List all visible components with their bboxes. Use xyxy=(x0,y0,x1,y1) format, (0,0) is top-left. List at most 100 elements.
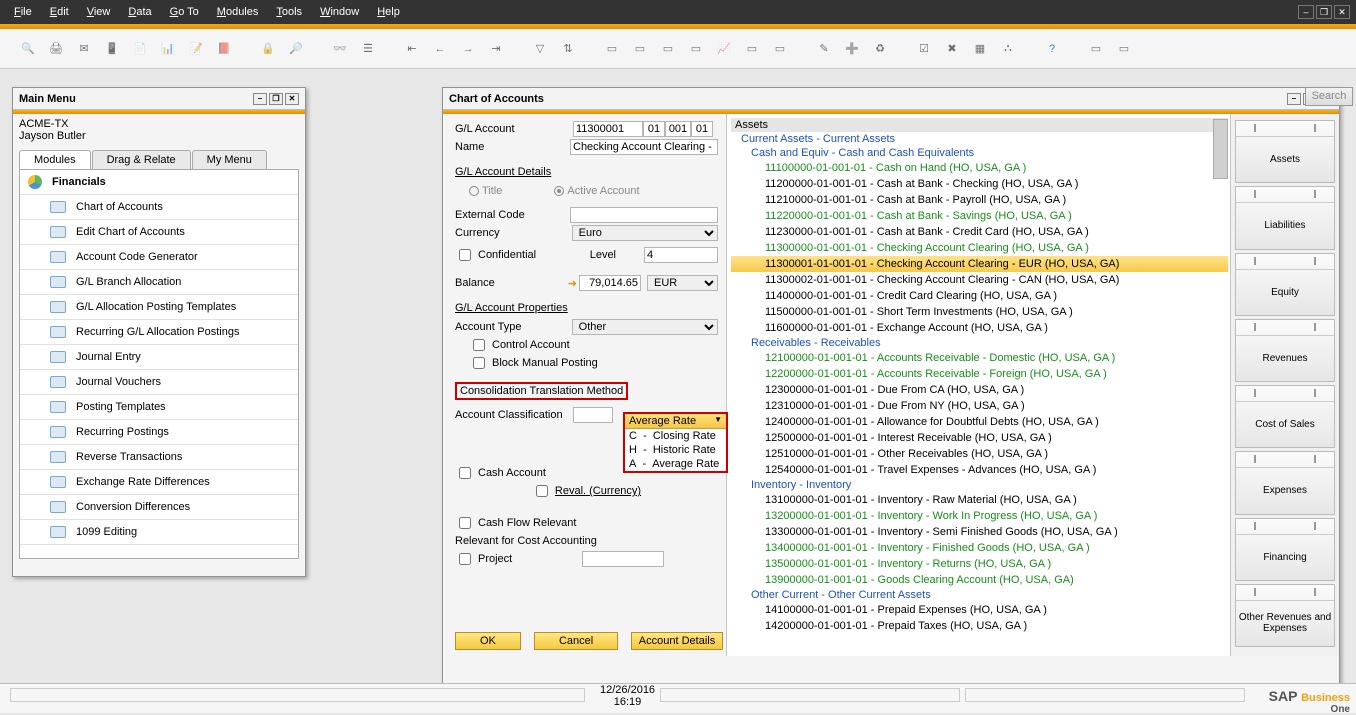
tree-node[interactable]: 11400000-01-001-01 - Credit Card Clearin… xyxy=(731,288,1228,304)
word-icon[interactable]: 📝 xyxy=(186,39,206,59)
tree-node[interactable]: 13300000-01-001-01 - Inventory - Semi Fi… xyxy=(731,524,1228,540)
tab-my-menu[interactable]: My Menu xyxy=(192,150,267,169)
link-arrow-icon[interactable]: ➜ xyxy=(568,277,577,290)
prev-icon[interactable]: ← xyxy=(430,39,450,59)
conf-check[interactable] xyxy=(459,249,471,261)
restore-icon[interactable]: ❐ xyxy=(1316,5,1332,19)
drawer-liabilities[interactable]: Liabilities xyxy=(1235,186,1335,249)
tree-node[interactable]: 12400000-01-001-01 - Allowance for Doubt… xyxy=(731,414,1228,430)
close-icon[interactable]: ✕ xyxy=(1334,5,1350,19)
last-icon[interactable]: ⇥ xyxy=(486,39,506,59)
fax-icon[interactable]: 📄 xyxy=(130,39,150,59)
next-icon[interactable]: → xyxy=(458,39,478,59)
atype-select[interactable]: Other xyxy=(572,319,718,335)
first-icon[interactable]: ⇤ xyxy=(402,39,422,59)
sms-icon[interactable]: 📱 xyxy=(102,39,122,59)
aclass-input[interactable] xyxy=(573,407,613,423)
cash-check[interactable] xyxy=(459,467,471,479)
blk-check[interactable] xyxy=(473,357,485,369)
mm-min-icon[interactable]: – xyxy=(253,93,267,105)
tab-drag-relate[interactable]: Drag & Relate xyxy=(92,150,191,169)
tree-node[interactable]: 11200000-01-001-01 - Cash at Bank - Chec… xyxy=(731,176,1228,192)
pdf-icon[interactable]: 📕 xyxy=(214,39,234,59)
excel-icon[interactable]: 📊 xyxy=(158,39,178,59)
doc2-icon[interactable]: ▭ xyxy=(630,39,650,59)
org-icon[interactable]: ⛬ xyxy=(998,39,1018,59)
gl-seg3[interactable] xyxy=(691,121,713,137)
menu-window[interactable]: Window xyxy=(312,3,367,21)
cal-icon[interactable]: ▦ xyxy=(970,39,990,59)
drawer-cost-of-sales[interactable]: Cost of Sales xyxy=(1235,385,1335,448)
drawer-other-revenues-and-expenses[interactable]: Other Revenues and Expenses xyxy=(1235,584,1335,647)
mm-max-icon[interactable]: ❐ xyxy=(269,93,283,105)
menu-item[interactable]: Exchange Rate Differences xyxy=(20,470,298,495)
drawer-equity[interactable]: Equity xyxy=(1235,253,1335,316)
details-button[interactable]: Account Details xyxy=(631,632,723,650)
ctrl-check[interactable] xyxy=(473,339,485,351)
doc6-icon[interactable]: ▭ xyxy=(770,39,790,59)
bal-input[interactable] xyxy=(579,275,641,291)
menu-item[interactable]: Edit Chart of Accounts xyxy=(20,220,298,245)
tool2-icon[interactable]: ▭ xyxy=(1114,39,1134,59)
tree-node[interactable]: Cash and Equiv - Cash and Cash Equivalen… xyxy=(731,146,1228,160)
tree-scrollbar[interactable] xyxy=(1213,119,1228,654)
tree-node[interactable]: 11100000-01-001-01 - Cash on Hand (HO, U… xyxy=(731,160,1228,176)
tree-node[interactable]: 11230000-01-001-01 - Cash at Bank - Cred… xyxy=(731,224,1228,240)
ok-button[interactable]: OK xyxy=(455,632,521,650)
ext-input[interactable] xyxy=(570,207,718,223)
print-icon[interactable]: 🖨 xyxy=(46,39,66,59)
tree-node[interactable]: 12200000-01-001-01 - Accounts Receivable… xyxy=(731,366,1228,382)
cancel-button[interactable]: Cancel xyxy=(534,632,618,650)
menu-go-to[interactable]: Go To xyxy=(162,3,207,21)
menu-item[interactable]: G/L Branch Allocation xyxy=(20,270,298,295)
proj-input[interactable] xyxy=(582,551,664,567)
tree-node[interactable]: 12310000-01-001-01 - Due From NY (HO, US… xyxy=(731,398,1228,414)
menu-item[interactable]: Account Code Generator xyxy=(20,245,298,270)
doc4-icon[interactable]: ▭ xyxy=(686,39,706,59)
tree-node[interactable]: 13900000-01-001-01 - Goods Clearing Acco… xyxy=(731,572,1228,588)
email-icon[interactable]: ✉ xyxy=(74,39,94,59)
tree-node[interactable]: 11300001-01-001-01 - Checking Account Cl… xyxy=(731,256,1228,272)
tree-node[interactable]: 11300002-01-001-01 - Checking Account Cl… xyxy=(731,272,1228,288)
tree-node[interactable]: 13400000-01-001-01 - Inventory - Finishe… xyxy=(731,540,1228,556)
menu-view[interactable]: View xyxy=(79,3,119,21)
doc3-icon[interactable]: ▭ xyxy=(658,39,678,59)
tree-node[interactable]: 12500000-01-001-01 - Interest Receivable… xyxy=(731,430,1228,446)
name-input[interactable] xyxy=(570,139,718,155)
add-icon[interactable]: ➕ xyxy=(842,39,862,59)
filter-icon[interactable]: ▽ xyxy=(530,39,550,59)
drawer-assets[interactable]: Assets xyxy=(1235,120,1335,183)
title-radio[interactable]: Title xyxy=(469,185,502,197)
gl-seg2[interactable] xyxy=(665,121,691,137)
tree-node[interactable]: 13500000-01-001-01 - Inventory - Returns… xyxy=(731,556,1228,572)
alert1-icon[interactable]: ☑ xyxy=(914,39,934,59)
tree-node[interactable]: Other Current - Other Current Assets xyxy=(731,588,1228,602)
sort-icon[interactable]: ⇅ xyxy=(558,39,578,59)
binoculars-icon[interactable]: 👓 xyxy=(330,39,350,59)
tree-node[interactable]: 11220000-01-001-01 - Cash at Bank - Savi… xyxy=(731,208,1228,224)
tree-node[interactable]: Current Assets - Current Assets xyxy=(731,132,1228,146)
drawer-financing[interactable]: Financing xyxy=(1235,518,1335,581)
tool1-icon[interactable]: ▭ xyxy=(1086,39,1106,59)
refresh-icon[interactable]: ♻ xyxy=(870,39,890,59)
tree-node[interactable]: 14100000-01-001-01 - Prepaid Expenses (H… xyxy=(731,602,1228,618)
tree-node[interactable]: 14200000-01-001-01 - Prepaid Taxes (HO, … xyxy=(731,618,1228,634)
tree-node[interactable]: 11500000-01-001-01 - Short Term Investme… xyxy=(731,304,1228,320)
tree-node[interactable]: 11300000-01-001-01 - Checking Account Cl… xyxy=(731,240,1228,256)
menu-tools[interactable]: Tools xyxy=(268,3,310,21)
ctm-opt-h[interactable]: H - Historic Rate xyxy=(625,443,726,457)
ctm-opt-c[interactable]: C - Closing Rate xyxy=(625,429,726,443)
tree-node[interactable]: 12510000-01-001-01 - Other Receivables (… xyxy=(731,446,1228,462)
proj-check[interactable] xyxy=(459,553,471,565)
menu-file[interactable]: File xyxy=(6,3,40,21)
doc1-icon[interactable]: ▭ xyxy=(602,39,622,59)
menu-item[interactable]: G/L Allocation Posting Templates xyxy=(20,295,298,320)
tree-node[interactable]: 11210000-01-001-01 - Cash at Bank - Payr… xyxy=(731,192,1228,208)
tree-node[interactable]: 12540000-01-001-01 - Travel Expenses - A… xyxy=(731,462,1228,478)
ctm-selected[interactable]: Average Rate xyxy=(625,414,726,429)
menu-modules[interactable]: Modules xyxy=(209,3,267,21)
drawer-revenues[interactable]: Revenues xyxy=(1235,319,1335,382)
gl-seg1[interactable] xyxy=(643,121,665,137)
ctm-opt-a[interactable]: A - Average Rate xyxy=(625,457,726,471)
lock-icon[interactable]: 🔒 xyxy=(258,39,278,59)
